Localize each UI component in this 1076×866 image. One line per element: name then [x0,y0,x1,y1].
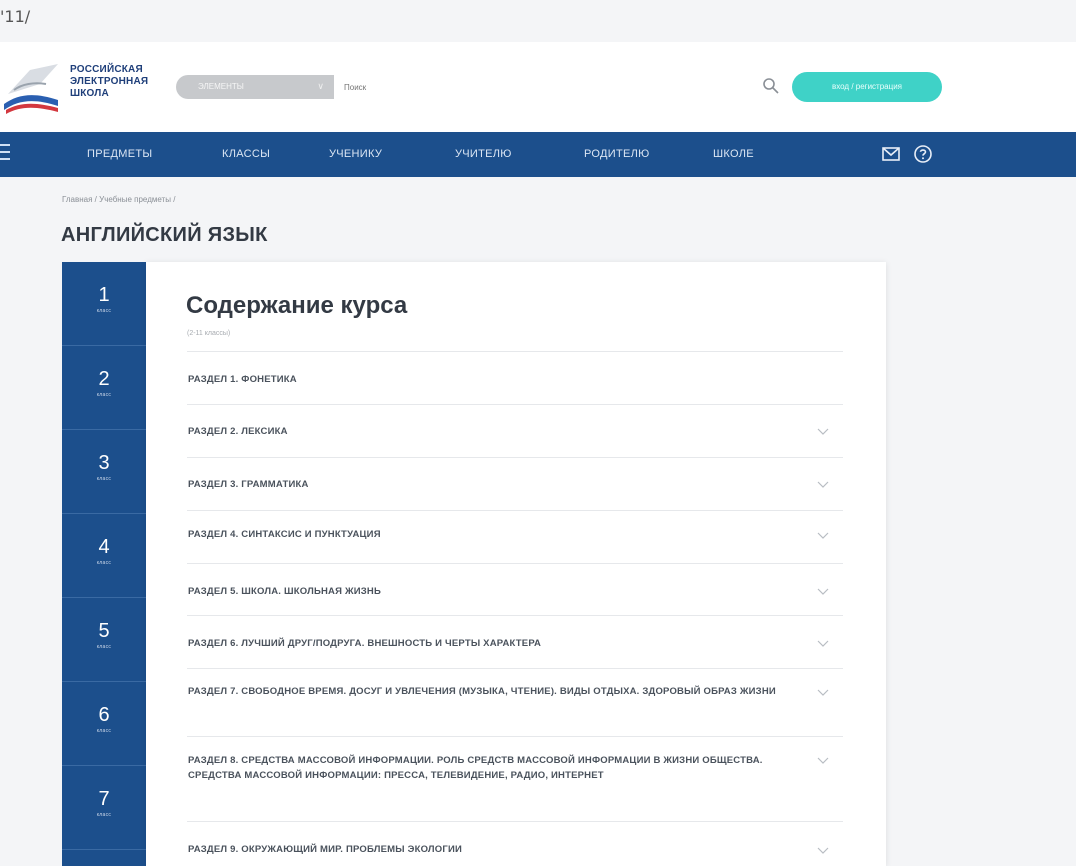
chevron-down-icon [817,481,829,488]
search-category-select[interactable]: ЭЛЕМЕНТЫ ∨ [176,75,334,99]
section-item-4[interactable]: РАЗДЕЛ 4. СИНТАКСИС И ПУНКТУАЦИЯ [187,510,843,563]
chevron-down-icon: ∨ [317,81,324,91]
grade-number: 6 [98,704,110,726]
chevron-down-icon [817,532,829,539]
grade-number: 7 [98,788,110,810]
menu-icon[interactable] [0,144,14,162]
grade-item-3[interactable]: 3 класс [62,430,146,514]
course-content-panel: Содержание курса (2-11 классы) РАЗДЕЛ 1.… [146,262,886,866]
nav-item-parent[interactable]: РОДИТЕЛЮ [584,148,650,160]
section-title: РАЗДЕЛ 6. ЛУЧШИЙ ДРУГ/ПОДРУГА. ВНЕШНОСТЬ… [188,638,542,649]
grade-item-5[interactable]: 5 класс [62,598,146,682]
chevron-down-icon [817,689,829,696]
browser-url-bar[interactable]: '11/ [0,0,1076,36]
breadcrumb[interactable]: Главная / Учебные предметы / [62,195,175,204]
grade-number: 4 [98,536,110,558]
grade-label: класс [96,560,112,566]
logo-icon[interactable] [0,54,66,120]
section-title: РАЗДЕЛ 5. ШКОЛА. ШКОЛЬНАЯ ЖИЗНЬ [188,586,382,597]
section-item-8[interactable]: РАЗДЕЛ 8. СРЕДСТВА МАССОВОЙ ИНФОРМАЦИИ. … [187,736,843,821]
grade-item-7[interactable]: 7 класс [62,766,146,850]
mail-icon[interactable] [880,143,902,165]
section-title: РАЗДЕЛ 9. ОКРУЖАЮЩИЙ МИР. ПРОБЛЕМЫ ЭКОЛО… [188,844,463,855]
grade-item-4[interactable]: 4 класс [62,514,146,598]
login-register-button[interactable]: вход / регистрация [792,72,942,102]
url-text: '11/ [0,7,31,26]
page-title: АНГЛИЙСКИЙ ЯЗЫК [61,224,268,246]
chevron-down-icon [817,847,829,854]
section-title: РАЗДЕЛ 7. СВОБОДНОЕ ВРЕМЯ. ДОСУГ И УВЛЕЧ… [188,686,776,697]
chevron-down-icon [817,428,829,435]
section-title: РАЗДЕЛ 1. ФОНЕТИКА [188,374,297,385]
chevron-down-icon [817,588,829,595]
section-item-2[interactable]: РАЗДЕЛ 2. ЛЕКСИКА [187,404,843,457]
section-title: РАЗДЕЛ 2. ЛЕКСИКА [188,426,288,437]
course-title: Содержание курса [186,292,408,319]
grade-number: 2 [98,368,110,390]
nav-item-school[interactable]: ШКОЛЕ [713,148,754,160]
nav-item-subjects[interactable]: ПРЕДМЕТЫ [87,148,152,160]
section-title: РАЗДЕЛ 4. СИНТАКСИС И ПУНКТУАЦИЯ [188,529,381,540]
nav-item-classes[interactable]: КЛАССЫ [222,148,270,160]
grade-item-1[interactable]: 1 класс [62,262,146,346]
logo-line: ЭЛЕКТРОННАЯ [70,76,149,87]
grade-label: класс [96,728,112,734]
nav-item-student[interactable]: УЧЕНИКУ [329,148,382,160]
course-subtitle: (2-11 классы) [187,330,231,337]
search-category-value: ЭЛЕМЕНТЫ [198,82,244,91]
grade-label: класс [96,644,112,650]
grade-label: класс [96,476,112,482]
section-title: РАЗДЕЛ 3. ГРАММАТИКА [188,479,309,490]
nav-item-teacher[interactable]: УЧИТЕЛЮ [455,148,512,160]
grade-item-6[interactable]: 6 класс [62,682,146,766]
grade-number: 5 [98,620,110,642]
logo-text[interactable]: РОССИЙСКАЯ ЭЛЕКТРОННАЯ ШКОЛА [70,64,148,100]
grade-item-2[interactable]: 2 класс [62,346,146,430]
main-nav: ПРЕДМЕТЫ КЛАССЫ УЧЕНИКУ УЧИТЕЛЮ РОДИТЕЛЮ… [0,132,1076,177]
grade-label: класс [96,308,112,314]
logo-line: РОССИЙСКАЯ [70,64,143,75]
site-header: РОССИЙСКАЯ ЭЛЕКТРОННАЯ ШКОЛА ЭЛЕМЕНТЫ ∨ … [0,42,1076,132]
section-item-9[interactable]: РАЗДЕЛ 9. ОКРУЖАЮЩИЙ МИР. ПРОБЛЕМЫ ЭКОЛО… [187,821,843,866]
grade-sidebar: 1 класс 2 класс 3 класс 4 класс 5 класс … [62,262,146,866]
chevron-down-icon [817,757,829,764]
search-icon[interactable] [762,77,780,95]
grade-label: класс [96,812,112,818]
section-title: РАЗДЕЛ 8. СРЕДСТВА МАССОВОЙ ИНФОРМАЦИИ. … [188,755,763,781]
search-input[interactable] [334,75,781,99]
section-item-6[interactable]: РАЗДЕЛ 6. ЛУЧШИЙ ДРУГ/ПОДРУГА. ВНЕШНОСТЬ… [187,615,843,668]
section-item-7[interactable]: РАЗДЕЛ 7. СВОБОДНОЕ ВРЕМЯ. ДОСУГ И УВЛЕЧ… [187,668,843,736]
grade-number: 1 [98,284,110,306]
search-bar: ЭЛЕМЕНТЫ ∨ [176,75,781,99]
grade-number: 3 [98,452,110,474]
logo-line: ШКОЛА [70,88,109,99]
section-item-3[interactable]: РАЗДЕЛ 3. ГРАММАТИКА [187,457,843,510]
section-item-1[interactable]: РАЗДЕЛ 1. ФОНЕТИКА [187,351,843,404]
chevron-down-icon [817,640,829,647]
grade-label: класс [96,392,112,398]
help-icon[interactable] [912,143,934,165]
section-item-5[interactable]: РАЗДЕЛ 5. ШКОЛА. ШКОЛЬНАЯ ЖИЗНЬ [187,563,843,615]
